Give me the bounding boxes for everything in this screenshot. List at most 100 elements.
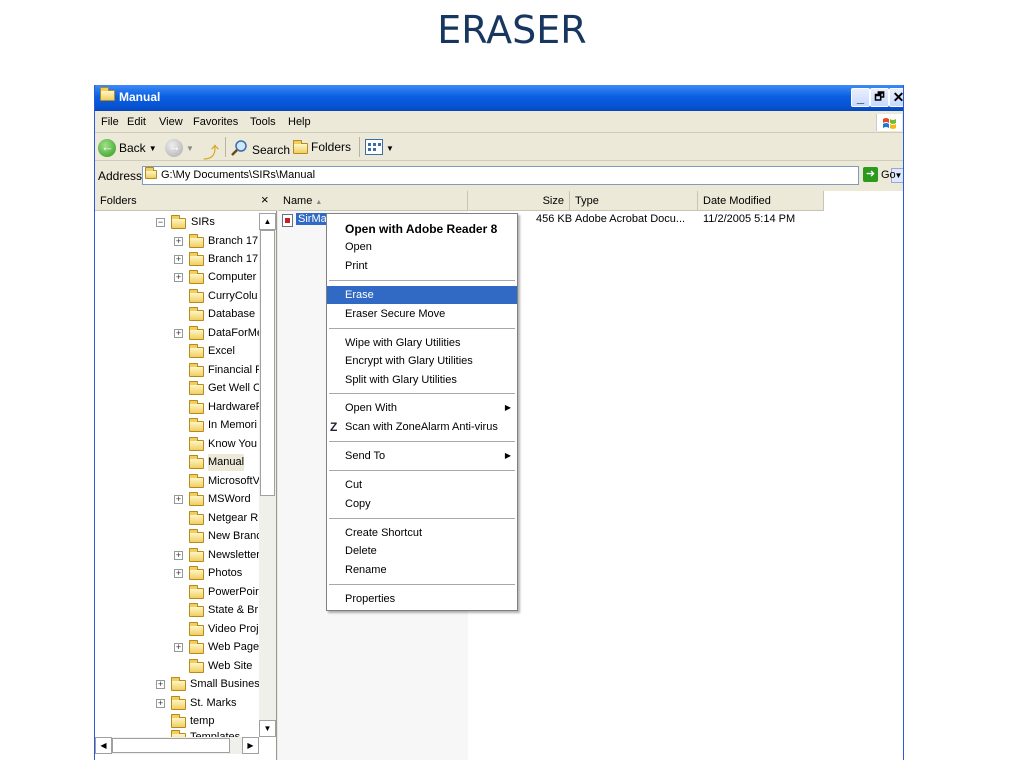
tree-item[interactable]: + Branch 17 [95,251,275,268]
menu-help[interactable]: Help [288,116,311,128]
back-button[interactable]: ← Back ▼ [98,139,157,157]
menu-print[interactable]: Print [327,257,517,275]
tree-item-sirs[interactable]: − SIRs [95,214,275,231]
collapse-icon[interactable]: − [156,218,165,227]
expand-icon[interactable]: + [174,237,183,246]
minimize-button[interactable]: _ [851,88,870,107]
tree-item[interactable]: temp [95,713,275,730]
address-input[interactable]: G:\My Documents\SIRs\Manual ▼ [142,166,903,185]
close-button[interactable]: ✕ [889,88,903,107]
menu-tools[interactable]: Tools [250,116,276,128]
title-bar[interactable]: Manual _ 🗗 ✕ [95,85,903,111]
menu-split-glary[interactable]: Split with Glary Utilities [327,371,517,389]
scroll-right-icon[interactable]: ▶ [242,737,259,754]
tree-item[interactable]: + Newsletter [95,547,275,564]
column-header-type[interactable]: Type [570,191,698,211]
tree-item[interactable]: Get Well C [95,380,275,397]
menu-eraser-secure-move[interactable]: Eraser Secure Move [327,305,517,323]
folders-horizontal-scrollbar[interactable]: ◀ ▶ [95,737,259,754]
tree-item[interactable]: + Branch 17 [95,233,275,250]
menu-send-to[interactable]: Send To ▶ [327,447,517,465]
folder-icon [189,307,204,321]
tree-item[interactable]: State & Br [95,602,275,619]
tree-item[interactable]: Netgear R [95,510,275,527]
expand-icon[interactable]: + [156,680,165,689]
menu-open[interactable]: Open [327,238,517,256]
tree-item[interactable]: New Branc [95,528,275,545]
views-button[interactable]: ▼ [365,139,394,158]
expand-icon[interactable]: + [174,329,183,338]
scroll-thumb[interactable] [112,738,230,753]
go-button[interactable]: ➜ Go [863,167,896,182]
menu-open-with-adobe-reader[interactable]: Open with Adobe Reader 8 [327,220,517,238]
expand-icon[interactable]: + [156,699,165,708]
folders-label: Folders [311,139,352,154]
expand-icon[interactable]: + [174,273,183,282]
close-folders-pane-icon[interactable]: × [261,192,269,207]
menu-rename[interactable]: Rename [327,561,517,579]
tree-item[interactable]: PowerPoir [95,584,275,601]
maximize-button[interactable]: 🗗 [870,88,889,107]
tree-item[interactable]: Financial R [95,362,275,379]
menu-file[interactable]: File [101,116,119,128]
tree-item[interactable]: Know You [95,436,275,453]
forward-button[interactable]: → ▼ [165,139,194,157]
tree-item[interactable]: + Photos [95,565,275,582]
column-header-size[interactable]: Size [468,191,570,211]
file-date: 11/2/2005 5:14 PM [703,213,796,225]
tree-item[interactable]: Database [95,306,275,323]
search-button[interactable]: Search [231,139,290,160]
menu-copy[interactable]: Copy [327,495,517,513]
folders-vertical-scrollbar[interactable]: ▲ ▼ [259,213,276,737]
expand-icon[interactable]: + [174,643,183,652]
menu-delete[interactable]: Delete [327,542,517,560]
folder-icon [189,326,204,340]
tree-item[interactable]: + Small Business [95,676,275,693]
menu-properties[interactable]: Properties [327,590,517,608]
tree-item[interactable]: + Web Page [95,639,275,656]
menu-create-shortcut[interactable]: Create Shortcut [327,524,517,542]
scroll-left-icon[interactable]: ◀ [95,737,112,754]
menu-open-with[interactable]: Open With ▶ [327,399,517,417]
expand-icon[interactable]: + [174,255,183,264]
tree-item[interactable]: + DataForMe [95,325,275,342]
menu-erase[interactable]: Erase [327,286,517,304]
tree-item[interactable]: MicrosoftV [95,473,275,490]
scroll-thumb[interactable] [260,230,275,496]
menu-encrypt-glary[interactable]: Encrypt with Glary Utilities [327,352,517,370]
folders-button[interactable]: Folders [293,139,351,154]
tree-item-manual[interactable]: Manual [95,454,275,471]
menu-favorites[interactable]: Favorites [193,116,238,128]
tree-item[interactable]: HardwareF [95,399,275,416]
tree-item[interactable]: + St. Marks [95,695,275,712]
expand-icon[interactable]: + [174,551,183,560]
tree-item[interactable]: + MSWord [95,491,275,508]
tree-item[interactable]: Templates [95,729,275,737]
folder-icon [189,548,204,562]
submenu-arrow-icon: ▶ [504,451,511,460]
menu-scan-zonealarm[interactable]: Z Scan with ZoneAlarm Anti-virus [327,418,517,436]
tree-item[interactable]: Excel [95,343,275,360]
column-header-date[interactable]: Date Modified [698,191,824,211]
menu-wipe-glary[interactable]: Wipe with Glary Utilities [327,334,517,352]
up-folder-button[interactable]: ⤴ [203,139,219,163]
folders-icon [293,140,308,154]
folder-icon [171,215,186,229]
folder-icon [171,677,186,691]
tree-item[interactable]: Web Site [95,658,275,675]
menu-cut[interactable]: Cut [327,476,517,494]
folder-icon [189,492,204,506]
scroll-down-icon[interactable]: ▼ [259,720,276,737]
tree-item[interactable]: + Computer [95,269,275,286]
menu-view[interactable]: View [159,116,183,128]
menu-edit[interactable]: Edit [127,116,146,128]
tree-item[interactable]: Video Proj [95,621,275,638]
tree-item[interactable]: In Memori [95,417,275,434]
expand-icon[interactable]: + [174,569,183,578]
tree-item[interactable]: CurryColu [95,288,275,305]
scroll-up-icon[interactable]: ▲ [259,213,276,230]
folder-icon [189,270,204,284]
folder-icon [189,659,204,673]
expand-icon[interactable]: + [174,495,183,504]
column-header-name[interactable]: Name ▲ [278,191,468,211]
